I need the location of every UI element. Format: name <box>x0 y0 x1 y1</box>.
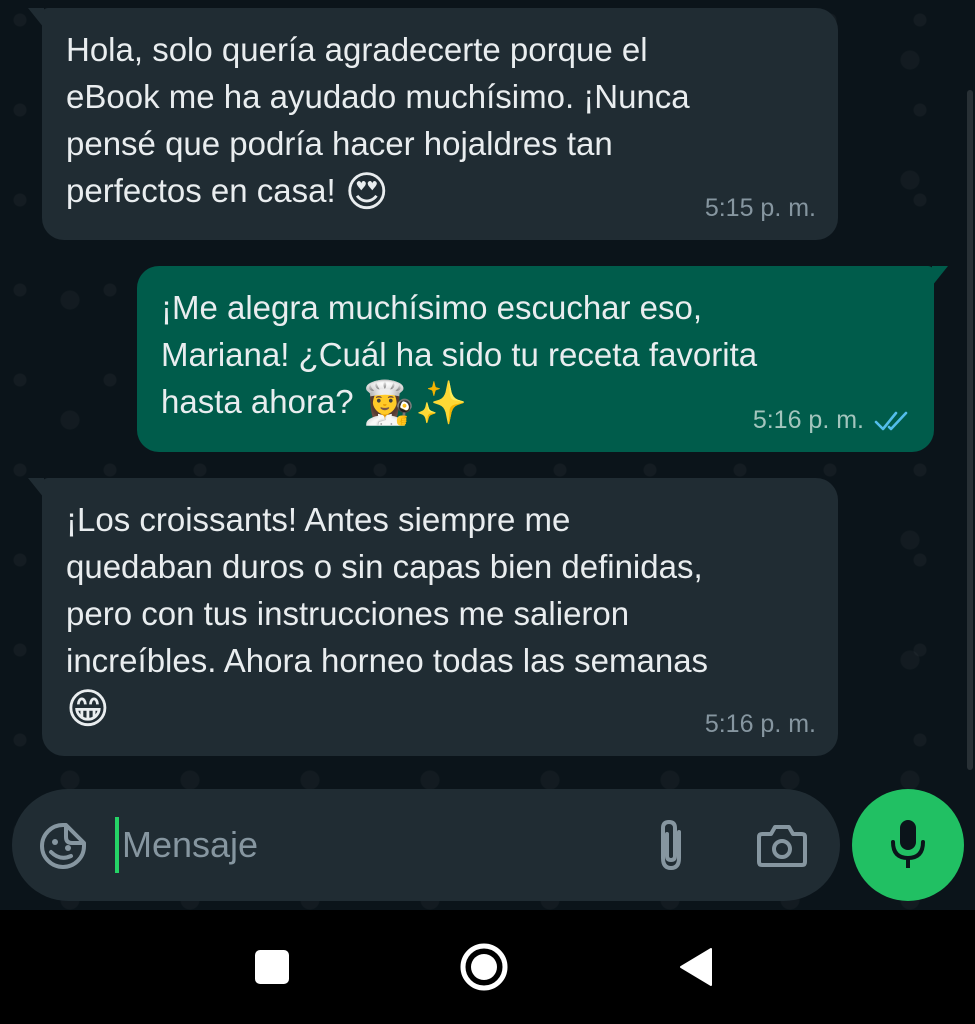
text-cursor <box>115 817 119 873</box>
message-composer <box>12 789 840 901</box>
message-time: 5:15 p. m. <box>704 194 816 222</box>
cook-sparkles-emoji: 👩‍🍳✨ <box>362 379 468 426</box>
bubble-tail <box>28 8 44 28</box>
message-time: 5:16 p. m. <box>752 406 864 434</box>
square-recents-icon[interactable] <box>232 927 312 1007</box>
system-navigation-bar <box>0 910 975 1024</box>
message-text: Hola, solo quería agradecerte porque el … <box>66 31 690 215</box>
grinning-emoji: 😁 <box>66 685 110 732</box>
read-ticks-icon <box>874 411 908 430</box>
message-meta: 5:16 p. m. <box>753 397 912 444</box>
chat-area[interactable]: Hola, solo quería agradecerte porque el … <box>0 0 975 910</box>
message-bubble-incoming[interactable]: Hola, solo quería agradecerte porque el … <box>28 8 838 240</box>
chat-scrollbar[interactable] <box>967 90 973 770</box>
camera-icon[interactable] <box>754 819 810 871</box>
bubble-tail <box>932 266 948 286</box>
circle-home-icon[interactable] <box>444 927 524 1007</box>
message-text: ¡Los croissants! Antes siempre me quedab… <box>66 501 709 732</box>
triangle-back-icon[interactable] <box>656 927 736 1007</box>
paperclip-icon[interactable] <box>644 817 698 873</box>
bubble-tail <box>28 478 44 498</box>
message-bubble-incoming[interactable]: ¡Los croissants! Antes siempre me quedab… <box>28 478 838 756</box>
message-meta: 5:16 p. m. <box>705 701 816 748</box>
whatsapp-chat-screen: Hola, solo quería agradecerte porque el … <box>0 0 975 1024</box>
message-meta: 5:15 p. m. <box>705 185 816 232</box>
heart-eyes-emoji: 😍 <box>344 168 389 215</box>
message-time: 5:16 p. m. <box>704 710 816 738</box>
microphone-button[interactable] <box>852 789 964 901</box>
microphone-icon <box>891 820 925 868</box>
message-input[interactable] <box>122 813 622 877</box>
message-bubble-outgoing[interactable]: ¡Me alegra muchísimo escuchar eso, Maria… <box>137 266 948 452</box>
sticker-smiley-icon[interactable] <box>36 819 90 873</box>
